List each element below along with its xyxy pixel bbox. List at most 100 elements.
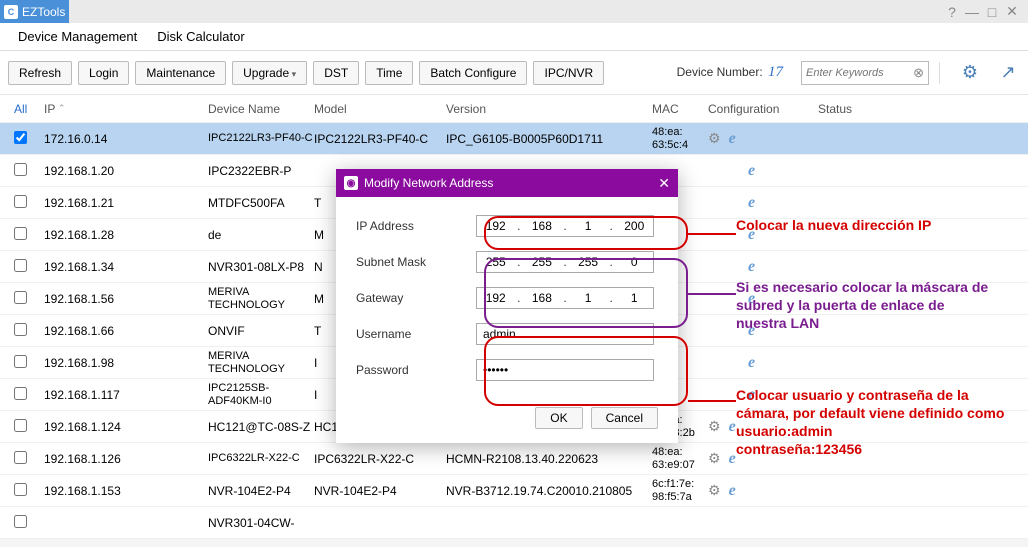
table-row[interactable]: 192.168.1.153NVR-104E2-P4NVR-104E2-P4NVR… xyxy=(0,475,1028,507)
table-row[interactable]: NVR301-04CW- xyxy=(0,507,1028,539)
upgrade-button[interactable]: Upgrade xyxy=(232,61,307,85)
row-checkbox[interactable] xyxy=(14,259,27,272)
modal-close-icon[interactable]: ✕ xyxy=(658,175,670,192)
modify-network-modal: ◉ Modify Network Address ✕ IP Address 19… xyxy=(336,169,678,443)
annotation-ip-text: Colocar la nueva dirección IP xyxy=(736,216,1026,234)
login-button[interactable]: Login xyxy=(78,61,129,85)
browser-e-icon[interactable]: e xyxy=(729,130,736,148)
cell-version: IPC_G6105-B0005P60D1711 xyxy=(446,132,652,146)
row-checkbox[interactable] xyxy=(14,451,27,464)
cell-ip: 192.168.1.153 xyxy=(44,484,208,498)
cell-device-name: IPC2322EBR-P xyxy=(208,164,314,178)
cancel-button[interactable]: Cancel xyxy=(591,407,658,429)
col-ip[interactable]: IP xyxy=(44,102,208,116)
subnet-mask-label: Subnet Mask xyxy=(356,255,476,269)
cell-configuration: e xyxy=(708,354,818,372)
row-checkbox[interactable] xyxy=(14,195,27,208)
username-label: Username xyxy=(356,327,476,341)
browser-e-icon[interactable]: e xyxy=(748,194,755,212)
cell-device-name: ONVIF xyxy=(208,324,314,338)
close-icon[interactable]: ✕ xyxy=(1002,3,1022,20)
password-input[interactable] xyxy=(476,359,654,381)
cell-ip: 192.168.1.20 xyxy=(44,164,208,178)
title-bar: C EZTools xyxy=(0,0,69,23)
row-checkbox[interactable] xyxy=(14,419,27,432)
ip-address-input[interactable]: 192. 168. 1. 200 xyxy=(476,215,654,237)
cell-ip: 192.168.1.56 xyxy=(44,292,208,306)
cell-version: HCMN-R2108.13.40.220623 xyxy=(446,452,652,466)
cell-device-name: NVR-104E2-P4 xyxy=(208,484,314,498)
cell-ip: 192.168.1.98 xyxy=(44,356,208,370)
ok-button[interactable]: OK xyxy=(535,407,582,429)
search-input[interactable] xyxy=(806,67,913,79)
cell-configuration: ⚙e xyxy=(708,130,818,148)
row-checkbox[interactable] xyxy=(14,131,27,144)
annotation-mask-text: Si es necesario colocar la máscara de su… xyxy=(736,278,996,332)
cell-device-name: HC121@TC-08S-Z xyxy=(208,420,314,434)
app-title: EZTools xyxy=(22,5,65,19)
col-configuration[interactable]: Configuration xyxy=(708,102,818,116)
col-device-name[interactable]: Device Name xyxy=(208,102,314,116)
row-checkbox[interactable] xyxy=(14,515,27,528)
col-status[interactable]: Status xyxy=(818,102,1028,116)
browser-e-icon[interactable]: e xyxy=(729,418,736,436)
col-model[interactable]: Model xyxy=(314,102,446,116)
cell-ip: 192.168.1.28 xyxy=(44,228,208,242)
browser-e-icon[interactable]: e xyxy=(729,482,736,500)
cell-configuration: e xyxy=(708,258,818,276)
browser-e-icon[interactable]: e xyxy=(729,450,736,468)
cell-mac: 48:ea: 63:e9:07 xyxy=(652,446,708,472)
config-gear-icon[interactable]: ⚙ xyxy=(708,450,721,468)
menu-device-management[interactable]: Device Management xyxy=(8,25,147,50)
config-gear-icon[interactable]: ⚙ xyxy=(708,418,721,436)
cell-device-name: NVR301-04CW- xyxy=(208,516,314,530)
row-checkbox[interactable] xyxy=(14,355,27,368)
ipc-nvr-button[interactable]: IPC/NVR xyxy=(533,61,604,85)
refresh-button[interactable]: Refresh xyxy=(8,61,72,85)
device-number-label: Device Number: 17 xyxy=(677,64,783,81)
row-checkbox[interactable] xyxy=(14,483,27,496)
cell-mac: 48:ea: 63:5c:4 xyxy=(652,126,708,152)
browser-e-icon[interactable]: e xyxy=(748,354,755,372)
row-checkbox[interactable] xyxy=(14,387,27,400)
dst-button[interactable]: DST xyxy=(313,61,359,85)
maintenance-button[interactable]: Maintenance xyxy=(135,61,226,85)
search-box[interactable]: ⊗ xyxy=(801,61,929,85)
maximize-icon[interactable]: □ xyxy=(982,4,1002,20)
minimize-icon[interactable]: — xyxy=(962,4,982,20)
subnet-mask-input[interactable]: 255. 255. 255. 0 xyxy=(476,251,654,273)
config-gear-icon[interactable]: ⚙ xyxy=(708,482,721,500)
col-mac[interactable]: MAC xyxy=(652,102,708,116)
toolbar: Refresh Login Maintenance Upgrade DST Ti… xyxy=(0,51,1028,95)
search-clear-icon[interactable]: ⊗ xyxy=(913,65,924,81)
cell-model: IPC6322LR-X22-C xyxy=(314,452,446,466)
col-all[interactable]: All xyxy=(0,102,44,116)
cell-ip: 192.168.1.34 xyxy=(44,260,208,274)
menu-bar: Device Management Disk Calculator xyxy=(0,23,1028,51)
row-checkbox[interactable] xyxy=(14,227,27,240)
browser-e-icon[interactable]: e xyxy=(748,258,755,276)
ip-address-label: IP Address xyxy=(356,219,476,233)
time-button[interactable]: Time xyxy=(365,61,413,85)
annotation-cred-text: Colocar usuario y contraseña de la cámar… xyxy=(736,386,1006,458)
col-version[interactable]: Version xyxy=(446,102,652,116)
menu-disk-calculator[interactable]: Disk Calculator xyxy=(147,25,254,50)
username-input[interactable] xyxy=(476,323,654,345)
settings-gear-icon[interactable]: ⚙ xyxy=(958,61,982,85)
gateway-input[interactable]: 192. 168. 1. 1 xyxy=(476,287,654,309)
table-row[interactable]: 172.16.0.14IPC2122LR3-PF40-CIPC2122LR3-P… xyxy=(0,123,1028,155)
row-checkbox[interactable] xyxy=(14,291,27,304)
device-number-value: 17 xyxy=(768,64,783,80)
config-gear-icon[interactable]: ⚙ xyxy=(708,130,721,148)
batch-configure-button[interactable]: Batch Configure xyxy=(419,61,527,85)
help-icon[interactable]: ? xyxy=(942,4,962,20)
browser-e-icon[interactable]: e xyxy=(748,162,755,180)
cell-device-name: MERIVA TECHNOLOGY xyxy=(208,350,314,376)
row-checkbox[interactable] xyxy=(14,163,27,176)
annotation-ip-line xyxy=(688,233,736,235)
modal-logo-icon: ◉ xyxy=(344,176,358,190)
cell-device-name: MERIVA TECHNOLOGY xyxy=(208,286,314,312)
modal-title: Modify Network Address xyxy=(364,176,493,190)
row-checkbox[interactable] xyxy=(14,323,27,336)
export-icon[interactable]: ↗ xyxy=(996,61,1020,85)
